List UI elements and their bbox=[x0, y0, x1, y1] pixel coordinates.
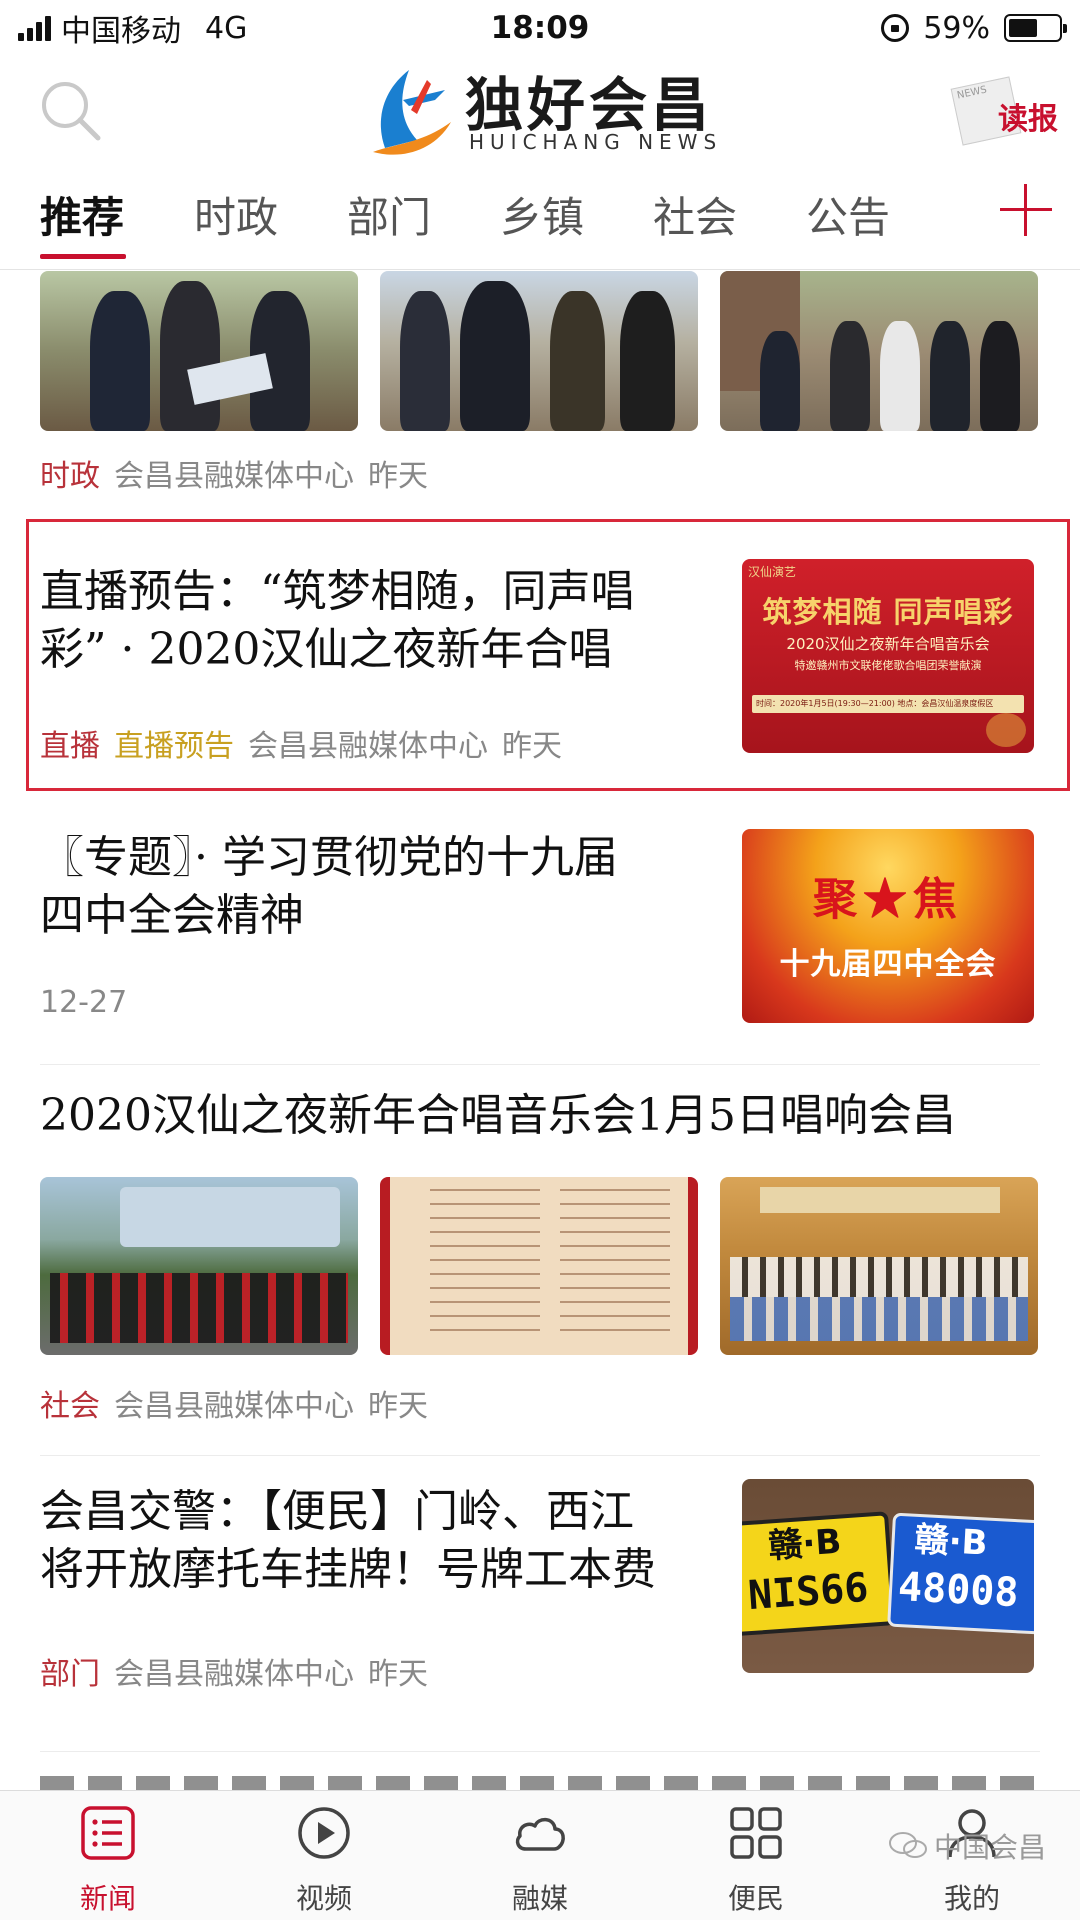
news-photo bbox=[40, 271, 358, 431]
logo-mark-icon bbox=[373, 70, 451, 155]
add-channel-icon[interactable] bbox=[1000, 184, 1052, 236]
network-type: 4G bbox=[205, 10, 248, 46]
category-tabs: 推荐 时政 部门 乡镇 社会 公告 bbox=[0, 166, 1080, 270]
category-label: 直播 bbox=[40, 729, 100, 764]
active-tab-indicator bbox=[40, 254, 126, 259]
grid-icon bbox=[730, 1807, 782, 1859]
title-line: 四中全会精神 bbox=[40, 890, 304, 941]
category-label: 时政 bbox=[40, 459, 100, 494]
news-photo bbox=[720, 271, 1038, 431]
read-paper-button[interactable]: 读报 bbox=[950, 76, 1058, 148]
thumb-info-bar: 时间：2020年1月5日(19:30—21:00) 地点：会昌汉仙温泉度假区 bbox=[752, 695, 1024, 713]
next-item-partial bbox=[40, 1776, 1040, 1790]
thumb-subtitle: 2020汉仙之夜新年合唱音乐会 bbox=[786, 635, 990, 653]
watermark-text: 中国会昌 bbox=[934, 1831, 1047, 1864]
title-line: 将开放摩托车挂牌！号牌工本费 bbox=[40, 1544, 656, 1595]
search-icon[interactable] bbox=[38, 78, 104, 144]
read-paper-label: 读报 bbox=[998, 102, 1058, 137]
category-label: 社会 bbox=[40, 1389, 100, 1424]
tab-towns[interactable]: 乡镇 bbox=[500, 184, 584, 245]
news-meta: 社会 会昌县融媒体中心 昨天 bbox=[40, 1381, 428, 1425]
time-label: 昨天 bbox=[368, 1389, 428, 1424]
signal-strength-icon bbox=[18, 15, 51, 41]
nav-video[interactable]: 视频 bbox=[254, 1791, 394, 1920]
license-plate-yellow: 赣·B NIS66 bbox=[742, 1511, 896, 1637]
rotation-lock-icon bbox=[881, 14, 910, 42]
tab-notices[interactable]: 公告 bbox=[806, 184, 890, 245]
news-meta: 直播 直播预告 会昌县融媒体中心 昨天 bbox=[40, 721, 562, 765]
news-title[interactable]: 2020汉仙之夜新年合唱音乐会1月5日唱响会昌 bbox=[40, 1087, 1050, 1145]
thumb-subtitle: 十九届四中全会 bbox=[779, 947, 997, 982]
tab-politics[interactable]: 时政 bbox=[194, 184, 278, 245]
title-line: 〖专题〗· 学习贯彻党的十九届 bbox=[40, 832, 618, 883]
news-thumbnail: 聚★焦 十九届四中全会 bbox=[742, 829, 1034, 1023]
news-photo bbox=[40, 1177, 358, 1355]
nav-label: 视频 bbox=[295, 1882, 352, 1915]
item-divider bbox=[40, 1751, 1040, 1752]
time-label: 昨天 bbox=[368, 1657, 428, 1692]
category-label: 部门 bbox=[40, 1657, 100, 1692]
source-label: 会昌县融媒体中心 bbox=[114, 1389, 354, 1424]
thumb-subtitle-2: 特邀赣州市文联佬佬歌合唱团荣誉献演 bbox=[794, 659, 982, 672]
news-title[interactable]: 〖专题〗· 学习贯彻党的十九届 四中全会精神 bbox=[40, 829, 740, 945]
battery-level-fill bbox=[1009, 19, 1038, 37]
source-label: 会昌县融媒体中心 bbox=[114, 459, 354, 494]
nav-label: 新闻 bbox=[79, 1882, 136, 1915]
news-meta: 12-27 bbox=[40, 985, 127, 1020]
news-thumbnail: 赣·B NIS66 赣·B 48008 bbox=[742, 1479, 1034, 1673]
battery-icon bbox=[1004, 14, 1067, 42]
news-title[interactable]: 直播预告：“筑梦相随，同声唱 彩” · 2020汉仙之夜新年合唱 bbox=[40, 563, 740, 679]
nav-services[interactable]: 便民 bbox=[686, 1791, 826, 1920]
title-line: 直播预告：“筑梦相随，同声唱 bbox=[40, 566, 635, 617]
carrier-name: 中国移动 bbox=[61, 14, 181, 49]
nav-media[interactable]: 融媒 bbox=[470, 1791, 610, 1920]
nav-news[interactable]: 新闻 bbox=[38, 1791, 178, 1920]
news-thumbnail: 汉仙演艺 筑梦相随 同声唱彩 2020汉仙之夜新年合唱音乐会 特邀赣州市文联佬佬… bbox=[742, 559, 1034, 753]
tag-label: 直播预告 bbox=[114, 729, 234, 764]
title-line: 彩” · 2020汉仙之夜新年合唱 bbox=[40, 624, 613, 675]
plate-number: 48008 bbox=[897, 1564, 1020, 1617]
source-label: 会昌县融媒体中心 bbox=[114, 1657, 354, 1692]
source-label: 会昌县融媒体中心 bbox=[248, 729, 488, 764]
thumb-headline: 筑梦相随 同声唱彩 bbox=[762, 595, 1014, 629]
logo-subtitle: HUICHANG NEWS bbox=[469, 130, 723, 154]
news-list-icon bbox=[81, 1806, 135, 1860]
news-photo bbox=[380, 271, 698, 431]
news-meta: 时政 会昌县融媒体中心 昨天 bbox=[40, 451, 428, 495]
app-header: 独好会昌 HUICHANG NEWS 读报 bbox=[0, 56, 1080, 166]
wechat-watermark-icon bbox=[889, 1832, 927, 1858]
item-divider bbox=[40, 1064, 1040, 1065]
time-label: 昨天 bbox=[502, 729, 562, 764]
news-feed[interactable]: 时政 会昌县融媒体中心 昨天 直播预告：“筑梦相随，同声唱 彩” · 2020汉仙之… bbox=[0, 271, 1080, 1790]
tab-recommend[interactable]: 推荐 bbox=[40, 184, 124, 245]
status-bar: 中国移动 4G 18:09 59% bbox=[0, 0, 1080, 56]
nav-label: 便民 bbox=[727, 1882, 784, 1915]
date-label: 12-27 bbox=[40, 985, 128, 1020]
play-circle-icon bbox=[298, 1807, 350, 1859]
news-meta: 部门 会昌县融媒体中心 昨天 bbox=[40, 1649, 428, 1693]
thumb-decoration bbox=[986, 713, 1026, 747]
title-line: 会昌交警：【便民】门岭、西江 bbox=[40, 1486, 634, 1537]
tab-departments[interactable]: 部门 bbox=[347, 184, 431, 245]
news-photo bbox=[720, 1177, 1038, 1355]
app-logo: 独好会昌 HUICHANG NEWS bbox=[365, 56, 725, 166]
news-title[interactable]: 会昌交警：【便民】门岭、西江 将开放摩托车挂牌！号牌工本费 bbox=[40, 1483, 740, 1599]
nav-label: 融媒 bbox=[511, 1882, 568, 1915]
plate-number: NIS66 bbox=[746, 1564, 870, 1620]
nav-label: 我的 bbox=[943, 1882, 1000, 1915]
time-label: 昨天 bbox=[368, 459, 428, 494]
thumb-corner-text: 汉仙演艺 bbox=[748, 565, 797, 579]
news-photo bbox=[380, 1177, 698, 1355]
license-plate-blue: 赣·B 48008 bbox=[887, 1512, 1034, 1636]
item-divider bbox=[40, 1455, 1040, 1456]
cloud-icon bbox=[515, 1817, 565, 1851]
battery-percent: 59% bbox=[923, 10, 990, 46]
thumb-headline: 聚★焦 bbox=[813, 874, 963, 925]
tab-society[interactable]: 社会 bbox=[653, 184, 737, 245]
